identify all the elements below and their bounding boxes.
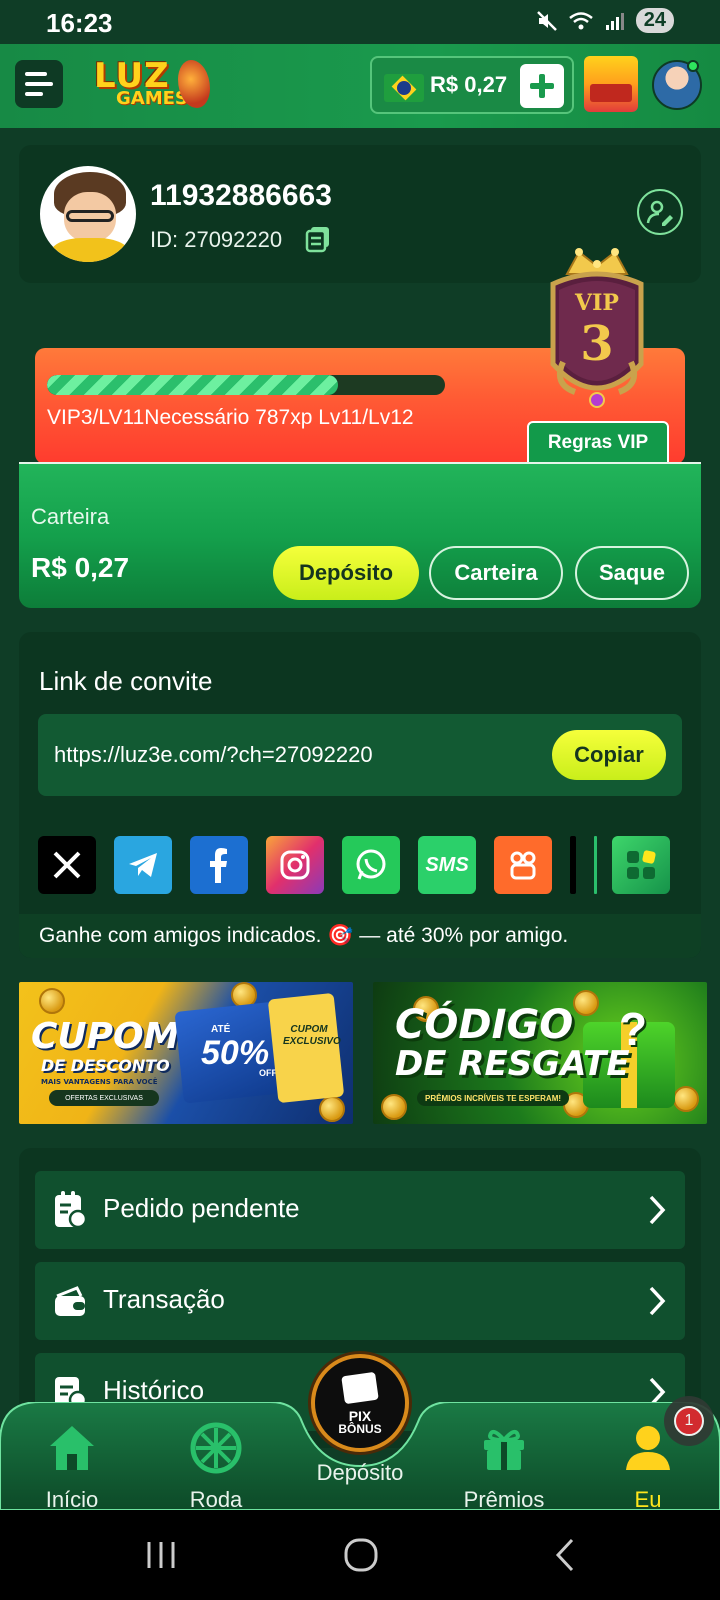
vip-progress-text: VIP3/LV11Necessário 787xp Lv11/Lv12 bbox=[47, 406, 414, 429]
coupon-exclusive-text: CUPOM EXCLUSIVO bbox=[283, 1024, 341, 1047]
deposit-button[interactable]: Depósito bbox=[273, 546, 419, 600]
wallet-label: Carteira bbox=[31, 504, 110, 529]
avatar[interactable] bbox=[38, 164, 138, 264]
redeem-title: CÓDIGO bbox=[395, 1002, 574, 1048]
coupon-title: CUPOM bbox=[31, 1016, 180, 1057]
chevron-right-icon bbox=[649, 1286, 666, 1316]
user-id: ID: 27092220 bbox=[150, 227, 283, 252]
share-scroll-edge bbox=[570, 836, 576, 894]
x-icon[interactable] bbox=[38, 836, 96, 894]
header-balance[interactable]: R$ 0,27 bbox=[370, 56, 574, 114]
redeem-code-banner[interactable]: ? CÓDIGO DE RESGATE PRÊMIOS INCRÍVEIS TE… bbox=[373, 982, 707, 1124]
menu-item-label: Transação bbox=[103, 1284, 225, 1314]
coupon-subtitle: DE DESCONTO bbox=[41, 1056, 170, 1075]
home-icon bbox=[50, 1426, 94, 1470]
home-button-icon[interactable] bbox=[342, 1536, 380, 1574]
chevron-right-icon bbox=[649, 1195, 666, 1225]
vip-progress-bar bbox=[47, 375, 445, 395]
wallet-panel: Carteira R$ 0,27 Depósito Carteira Saque bbox=[19, 462, 701, 608]
menu-item-transaction[interactable]: Transação bbox=[35, 1262, 685, 1340]
signal-icon bbox=[605, 12, 624, 30]
notification-bubble[interactable]: 1 bbox=[664, 1396, 714, 1446]
invite-url[interactable]: https://luz3e.com/?ch=27092220 bbox=[54, 742, 373, 768]
notification-count: 1 bbox=[674, 1406, 704, 1436]
treasure-chest-icon[interactable] bbox=[584, 56, 638, 112]
menu-item-label: Pedido pendente bbox=[103, 1193, 300, 1223]
menu-item-pending-order[interactable]: Pedido pendente bbox=[35, 1171, 685, 1249]
pending-order-icon bbox=[55, 1191, 87, 1229]
header-balance-amount: R$ 0,27 bbox=[430, 72, 508, 97]
coupon-small-text: MAIS VANTAGENS PARA VOCÊ bbox=[41, 1078, 158, 1086]
recent-apps-icon[interactable] bbox=[144, 1536, 178, 1574]
vip-badge-icon: VIP 3 bbox=[550, 248, 644, 408]
menu-icon[interactable] bbox=[15, 60, 63, 108]
system-nav-bar bbox=[0, 1510, 720, 1600]
redeem-tag: PRÊMIOS INCRÍVEIS TE ESPERAM! bbox=[417, 1090, 570, 1106]
status-icons: 24 bbox=[536, 8, 674, 33]
wallet-amount: R$ 0,27 bbox=[31, 552, 130, 583]
withdraw-button[interactable]: Saque bbox=[575, 546, 689, 600]
telegram-icon[interactable] bbox=[114, 836, 172, 894]
bonus-text: BÔNUS bbox=[338, 1422, 382, 1436]
invite-note-text: Ganhe com amigos indicados. 🎯 — até 30% … bbox=[39, 924, 569, 947]
pix-logo-icon bbox=[341, 1371, 379, 1405]
plus-icon bbox=[530, 74, 554, 98]
invite-card: Link de convite https://luz3e.com/?ch=27… bbox=[19, 632, 701, 958]
status-time: 16:23 bbox=[46, 8, 113, 38]
nav-home[interactable]: Início bbox=[12, 1422, 132, 1512]
copy-icon[interactable] bbox=[305, 225, 331, 253]
app-header: LUZ GAMES R$ 0,27 bbox=[0, 44, 720, 128]
add-funds-button[interactable] bbox=[520, 64, 564, 108]
vip-badge-level: 3 bbox=[580, 316, 613, 372]
invite-title: Link de convite bbox=[39, 666, 213, 696]
coupon-banner[interactable]: CUPOM DE DESCONTO MAIS VANTAGENS PARA VO… bbox=[19, 982, 353, 1124]
invite-note-bar: Ganhe com amigos indicados. 🎯 — até 30% … bbox=[19, 914, 701, 958]
vip-badge-word: VIP bbox=[574, 290, 619, 316]
pix-bonus-button[interactable]: PIX BÔNUS bbox=[311, 1354, 409, 1452]
instagram-icon[interactable] bbox=[266, 836, 324, 894]
gift-icon bbox=[484, 1429, 524, 1470]
nav-deposit[interactable]: Depósito bbox=[300, 1460, 420, 1500]
sms-icon[interactable]: SMS bbox=[418, 836, 476, 894]
nav-deposit-label: Depósito bbox=[316, 1460, 404, 1485]
logo-games-text: GAMES bbox=[116, 88, 188, 109]
edit-profile-icon[interactable] bbox=[637, 189, 683, 235]
invite-link-box: https://luz3e.com/?ch=27092220 Copiar bbox=[38, 714, 682, 796]
battery-indicator: 24 bbox=[635, 8, 674, 33]
vip-progress-fill bbox=[47, 375, 338, 395]
share-row: SMS bbox=[38, 836, 702, 894]
coupon-pill: OFERTAS EXCLUSIVAS bbox=[49, 1090, 159, 1106]
app-logo[interactable]: LUZ GAMES bbox=[94, 56, 210, 114]
share-divider bbox=[594, 836, 597, 894]
redeem-subtitle: DE RESGATE bbox=[395, 1044, 630, 1084]
wifi-icon bbox=[568, 11, 593, 29]
wallet-icon bbox=[55, 1286, 85, 1316]
flag-brazil-icon bbox=[384, 74, 424, 102]
wheel-icon bbox=[190, 1422, 242, 1474]
wallet-button[interactable]: Carteira bbox=[429, 546, 563, 600]
vip-rules-button[interactable]: Regras VIP bbox=[527, 421, 669, 465]
mute-icon bbox=[536, 10, 557, 31]
more-apps-icon[interactable] bbox=[612, 836, 670, 894]
nav-prizes[interactable]: Prêmios bbox=[444, 1422, 564, 1512]
back-icon[interactable] bbox=[552, 1536, 576, 1574]
facebook-icon[interactable] bbox=[190, 836, 248, 894]
coupon-exclusive-ticket bbox=[267, 992, 345, 1104]
status-bar: 16:23 24 bbox=[0, 0, 720, 44]
nav-wheel[interactable]: Roda bbox=[156, 1422, 276, 1512]
kwai-icon[interactable] bbox=[494, 836, 552, 894]
online-status-dot bbox=[687, 60, 699, 72]
copy-link-button[interactable]: Copiar bbox=[552, 730, 666, 780]
whatsapp-icon[interactable] bbox=[342, 836, 400, 894]
username: 11932886663 bbox=[150, 179, 332, 212]
